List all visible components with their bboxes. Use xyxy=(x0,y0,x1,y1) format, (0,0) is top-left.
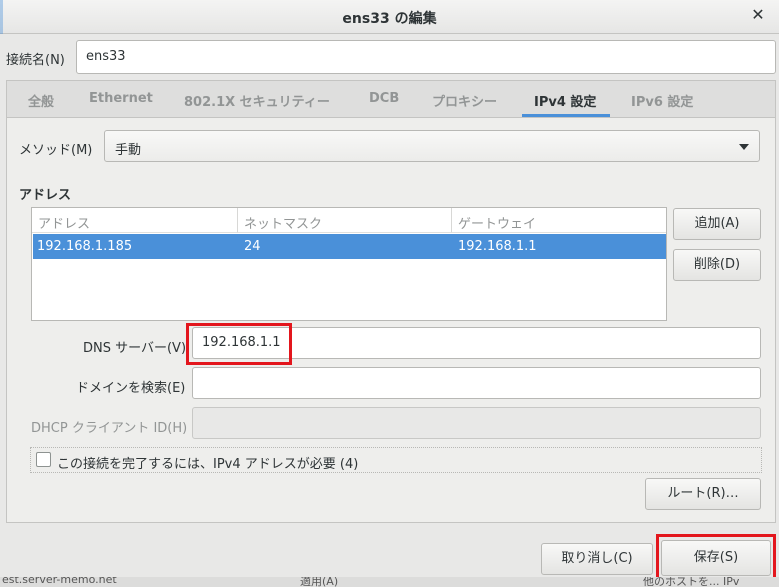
cancel-button[interactable]: 取り消し(C) xyxy=(541,543,653,575)
tab-8021x-security[interactable]: 802.1X セキュリティー xyxy=(184,91,330,110)
close-icon[interactable]: ✕ xyxy=(749,6,767,24)
require-ipv4-label[interactable]: この接続を完了するには、IPv4 アドレスが必要 (4) xyxy=(57,453,358,472)
search-domain-input[interactable] xyxy=(192,367,761,399)
column-header-gateway[interactable]: ゲートウェイ xyxy=(452,208,666,233)
cell-netmask[interactable]: 24 xyxy=(244,239,261,254)
chevron-down-icon xyxy=(739,144,749,150)
column-header-netmask[interactable]: ネットマスク xyxy=(238,208,452,233)
tab-dcb[interactable]: DCB xyxy=(369,91,399,106)
connection-name-label: 接続名(N) xyxy=(6,53,65,68)
title-bar: ens33 の編集 ✕ xyxy=(0,0,779,34)
add-button[interactable]: 追加(A) xyxy=(673,208,761,240)
delete-button[interactable]: 削除(D) xyxy=(673,249,761,281)
column-header-address[interactable]: アドレス xyxy=(32,208,238,233)
dns-server-label: DNS サーバー(V) xyxy=(83,341,187,356)
require-ipv4-row[interactable]: この接続を完了するには、IPv4 アドレスが必要 (4) xyxy=(30,447,762,473)
dns-highlight-box xyxy=(186,323,292,365)
background-right-text: 他のホストを... IPv xyxy=(643,577,740,587)
tab-ethernet[interactable]: Ethernet xyxy=(89,91,153,106)
save-highlight-box xyxy=(656,534,776,582)
search-domain-label: ドメインを検索(E) xyxy=(76,381,186,396)
addresses-table[interactable]: アドレス ネットマスク ゲートウェイ 192.168.1.185 24 192.… xyxy=(31,207,667,321)
tab-proxy[interactable]: プロキシー xyxy=(432,91,497,110)
tab-general[interactable]: 全般 xyxy=(28,91,54,110)
dhcp-client-id-input xyxy=(192,407,761,439)
background-host-text: est.server-memo.net xyxy=(2,577,117,586)
background-apply-text: 適用(A) xyxy=(300,577,339,587)
tab-ipv4-settings[interactable]: IPv4 設定 xyxy=(534,91,596,110)
tab-ipv6-settings[interactable]: IPv6 設定 xyxy=(631,91,693,110)
routes-button[interactable]: ルート(R)… xyxy=(645,478,761,510)
background-window-strip: est.server-memo.net 適用(A) 他のホストを... IPv xyxy=(0,577,779,587)
method-label: メソッド(M) xyxy=(19,143,93,158)
table-row[interactable]: 192.168.1.185 24 192.168.1.1 xyxy=(33,234,666,259)
require-ipv4-checkbox[interactable] xyxy=(36,452,51,467)
connection-name-input[interactable]: ens33 xyxy=(76,40,776,74)
addresses-section-title: アドレス xyxy=(19,188,72,203)
window-title: ens33 の編集 xyxy=(342,11,437,27)
cell-address[interactable]: 192.168.1.185 xyxy=(37,239,132,254)
method-value: 手動 xyxy=(115,143,142,158)
tab-bar: 全般 Ethernet 802.1X セキュリティー DCB プロキシー IPv… xyxy=(6,80,776,118)
method-combo[interactable]: 手動 xyxy=(104,130,760,162)
cell-gateway[interactable]: 192.168.1.1 xyxy=(458,239,537,254)
dhcp-client-id-label: DHCP クライアント ID(H) xyxy=(31,421,188,436)
